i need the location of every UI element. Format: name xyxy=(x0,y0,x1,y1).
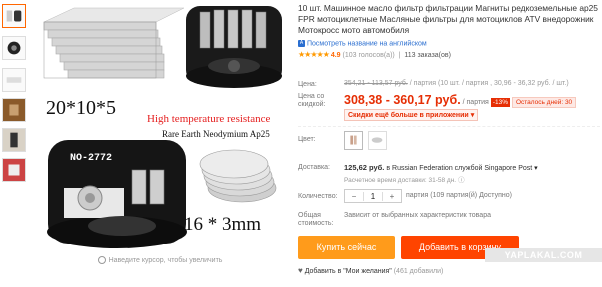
thumbnail-6[interactable] xyxy=(2,158,26,182)
app-deal-row: Скидки ещё больше в приложении ▾ xyxy=(298,109,600,121)
shipping-method-link[interactable]: в Russian Federation службой Singapore P… xyxy=(386,165,532,172)
quantity-row: Количество: − 1 + партия (109 партия(й) … xyxy=(298,189,600,203)
translate-title-label: Посмотреть название на английском xyxy=(307,40,427,48)
app-deal-button[interactable]: Скидки ещё больше в приложении ▾ xyxy=(344,109,479,121)
color-swatch-1[interactable] xyxy=(344,131,363,150)
heart-icon: ♥ xyxy=(298,266,303,275)
total-row: Общая стоимость: Зависит от выбранных ха… xyxy=(298,211,600,229)
product-title: 10 шт. Машинное масло фильтр фильтрации … xyxy=(298,3,598,35)
shipping-label: Доставка: xyxy=(298,164,331,171)
app-deal-label: Скидки ещё больше в приложении xyxy=(348,112,469,119)
thumbnail-list xyxy=(0,0,30,270)
quantity-stepper: − 1 + xyxy=(344,189,402,203)
divider xyxy=(298,126,600,127)
discount-price-label-2: скидкой: xyxy=(298,101,326,108)
days-left-badge: Осталось дней: 30 xyxy=(511,96,577,108)
rating-votes[interactable]: (103 голосов(а)) xyxy=(343,52,395,59)
magnifier-icon xyxy=(97,256,106,264)
zoom-hint-text: Наведите курсор, чтобы увеличить xyxy=(108,256,223,264)
quantity-increase-button[interactable]: + xyxy=(382,191,401,201)
old-price-value: 354,21 - 113,57 руб. xyxy=(344,80,408,87)
thumbnail-5[interactable] xyxy=(2,128,26,152)
wishlist-count: (461 добавили) xyxy=(393,268,444,275)
product-info-panel: 10 шт. Машинное масло фильтр фильтрации … xyxy=(298,0,600,275)
neodymium-badge: Rare Earth Neodymium Ap25 xyxy=(162,129,270,139)
shipping-chevron-icon[interactable]: ▾ xyxy=(534,165,538,172)
rating-row: ★★★★★ 4.9 (103 голосов(а)) | 113 заказа(… xyxy=(298,50,451,60)
info-icon[interactable]: ⓘ xyxy=(458,177,465,184)
zoom-hint: Наведите курсор, чтобы увеличить xyxy=(34,256,286,264)
oil-filter-bottom-image xyxy=(47,140,187,248)
temperature-badge: High temperature resistance xyxy=(147,113,271,125)
watermark: YAPLAKAL.COM xyxy=(485,248,602,262)
wishlist-link[interactable]: ♥ Добавить в "Мои желания" (461 добавили… xyxy=(298,266,443,275)
color-swatch-2[interactable] xyxy=(368,131,387,150)
total-label-2: стоимость: xyxy=(298,220,334,227)
discount-price-value: 308,38 - 360,17 руб. xyxy=(344,93,461,107)
translate-icon: A xyxy=(298,40,305,47)
rectangular-magnets-image xyxy=(43,7,185,79)
old-price-unit: / партия (10 шт. / партия , 30,96 - 36,3… xyxy=(409,80,569,87)
quantity-label: Количество: xyxy=(298,193,338,200)
color-label: Цвет: xyxy=(298,136,316,143)
shipping-row: Доставка: 125,62 руб. в Russian Federati… xyxy=(298,163,600,185)
discount-badge: -13% xyxy=(490,97,510,107)
discount-price-unit: / партия xyxy=(462,99,489,106)
filter-model-label: NO-2772 xyxy=(70,153,112,164)
wishlist-label: Добавить в "Мои желания" xyxy=(304,268,392,275)
main-product-image[interactable]: 20*10*5 High temperature resistance Rare… xyxy=(34,0,286,252)
thumbnail-2[interactable] xyxy=(2,36,26,60)
rating-stars: ★★★★★ xyxy=(298,50,330,60)
orders-count: 113 заказа(ов) xyxy=(404,52,451,60)
buy-now-button[interactable]: Купить сейчас xyxy=(298,236,395,259)
quantity-available: партия (109 партия(й) Доступно) xyxy=(406,192,512,199)
old-price-label: Цена: xyxy=(298,81,317,88)
old-price-row: Цена: 354,21 - 113,57 руб. / партия (10 … xyxy=(298,80,600,92)
quantity-input[interactable]: 1 xyxy=(364,192,382,201)
delivery-time: Расчетное время доставки: 31-58 дн. xyxy=(344,177,457,184)
total-value: Зависит от выбранных характеристик товар… xyxy=(344,212,491,219)
size-label-rect: 20*10*5 xyxy=(46,97,116,119)
round-magnets-image xyxy=(199,149,277,203)
chevron-down-icon: ▾ xyxy=(470,112,475,119)
shipping-price: 125,62 руб. xyxy=(344,163,385,172)
rating-score[interactable]: 4.9 xyxy=(331,52,341,59)
color-row: Цвет: xyxy=(298,131,600,153)
thumbnail-3[interactable] xyxy=(2,68,26,92)
thumbnail-4[interactable] xyxy=(2,98,26,122)
thumbnail-1[interactable] xyxy=(2,4,26,28)
translate-title-link[interactable]: A Посмотреть название на английском xyxy=(298,40,600,47)
size-label-round: 16 * 3mm xyxy=(184,214,261,235)
oil-filter-top-image xyxy=(186,6,282,88)
quantity-decrease-button[interactable]: − xyxy=(345,191,364,201)
